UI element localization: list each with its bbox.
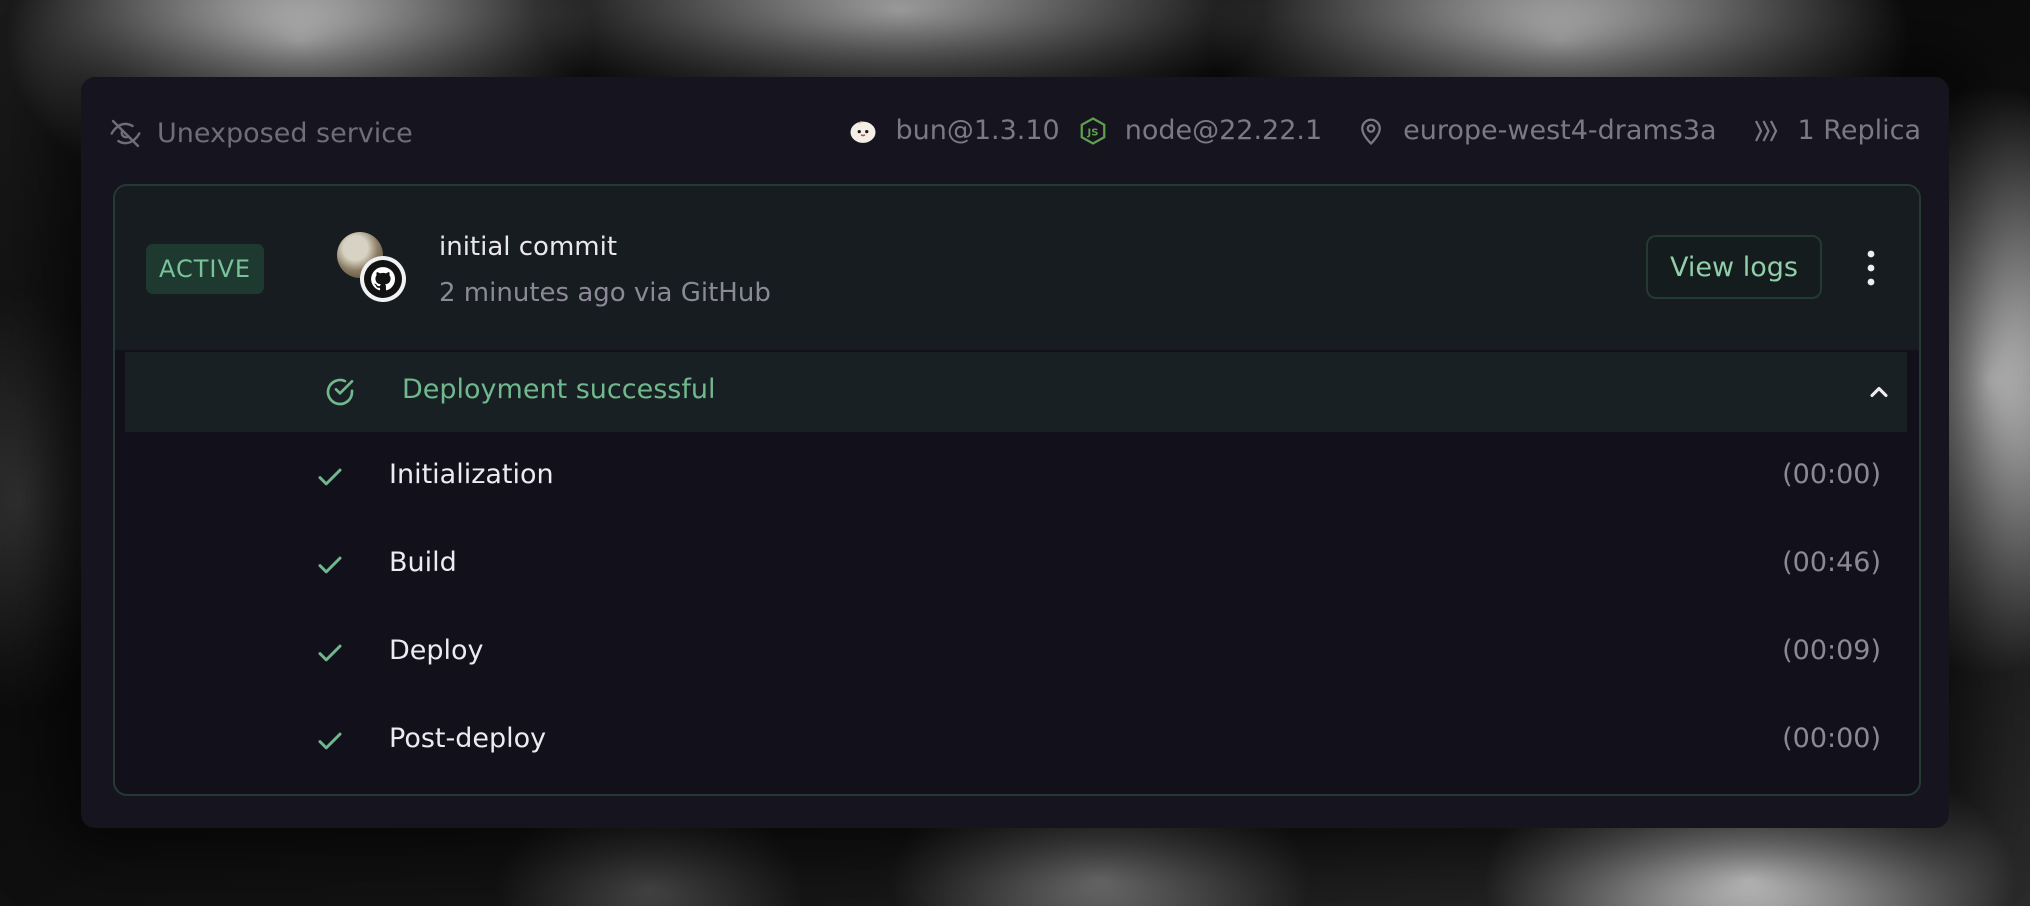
visibility-label: Unexposed service	[157, 118, 413, 149]
check-icon	[318, 644, 342, 662]
deployment-steps: Initialization (00:00) Build (00:46) Dep…	[115, 432, 1919, 784]
github-icon	[360, 256, 406, 302]
step-name: Initialization	[389, 459, 554, 490]
bun-version: bun@1.3.10	[895, 115, 1060, 146]
bun-icon	[848, 116, 878, 146]
region: europe-west4-drams3a	[1356, 115, 1717, 146]
commit-meta: 2 minutes ago via GitHub	[439, 278, 771, 308]
step-duration: (00:09)	[1782, 635, 1881, 666]
step-duration: (00:00)	[1782, 459, 1881, 490]
runtime-bun: bun@1.3.10	[848, 115, 1060, 146]
node-version: node@22.22.1	[1124, 115, 1323, 146]
service-card: Unexposed service bun@1.3.10 JS node@22.…	[81, 77, 1949, 828]
replicas-label: 1 Replica	[1797, 115, 1921, 146]
commit-message[interactable]: initial commit	[439, 232, 617, 262]
step-name: Deploy	[389, 635, 484, 666]
step-build: Build (00:46)	[115, 520, 1919, 608]
step-duration: (00:00)	[1782, 723, 1881, 754]
replica-icon	[1751, 116, 1781, 146]
step-initialization: Initialization (00:00)	[115, 432, 1919, 520]
deployment-panel: ACTIVE initial commit 2 minutes ago via …	[113, 184, 1921, 796]
more-options-icon[interactable]	[1859, 248, 1883, 288]
view-logs-button[interactable]: View logs	[1646, 235, 1822, 299]
check-circle-icon	[326, 378, 354, 406]
deployment-status-row[interactable]: Deployment successful	[125, 352, 1907, 432]
deployment-header: ACTIVE initial commit 2 minutes ago via …	[115, 186, 1919, 350]
map-pin-icon	[1356, 116, 1386, 146]
deployment-status-label: Deployment successful	[402, 374, 716, 405]
chevron-up-icon[interactable]	[1865, 378, 1893, 406]
step-name: Post-deploy	[389, 723, 547, 754]
status-badge: ACTIVE	[146, 244, 264, 294]
svg-text:JS: JS	[1086, 127, 1098, 138]
region-label: europe-west4-drams3a	[1403, 115, 1717, 146]
step-duration: (00:46)	[1782, 547, 1881, 578]
eye-off-icon	[110, 119, 141, 148]
replicas: 1 Replica	[1751, 115, 1921, 146]
service-meta: bun@1.3.10 JS node@22.22.1 europe-west4-…	[848, 115, 1921, 146]
service-visibility: Unexposed service	[109, 117, 413, 150]
check-icon	[318, 468, 342, 486]
check-icon	[318, 556, 342, 574]
check-icon	[318, 732, 342, 750]
step-post-deploy: Post-deploy (00:00)	[115, 696, 1919, 784]
step-name: Build	[389, 547, 457, 578]
runtime-node: JS node@22.22.1	[1078, 115, 1322, 146]
step-deploy: Deploy (00:09)	[115, 608, 1919, 696]
nodejs-icon: JS	[1078, 116, 1108, 146]
